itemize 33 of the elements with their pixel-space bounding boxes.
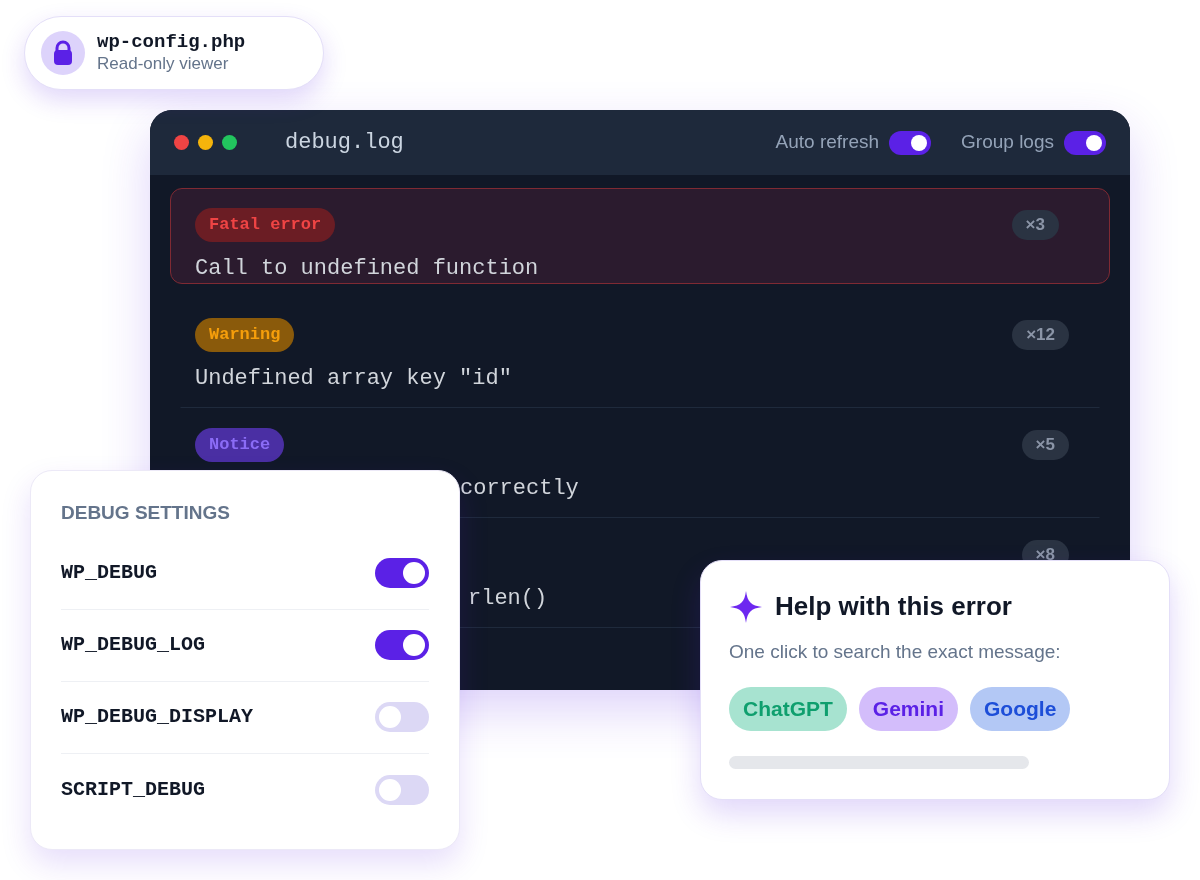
- severity-label: Warning: [195, 318, 295, 352]
- setting-name: SCRIPT_DEBUG: [61, 776, 206, 803]
- log-entry[interactable]: Fatal error ×3 Call to undefined function: [170, 188, 1110, 284]
- search-button[interactable]: Gemini: [858, 686, 959, 731]
- window-title: debug.log: [285, 129, 404, 157]
- log-message: Call to undefined function: [195, 255, 539, 283]
- help-title: Help with this error: [775, 590, 1012, 623]
- search-button[interactable]: Google: [970, 686, 1071, 731]
- count-label: ×5: [1021, 430, 1069, 460]
- search-button[interactable]: ChatGPT: [729, 686, 847, 731]
- log-message: correctly: [459, 475, 579, 503]
- file-name: wp-config.php: [97, 31, 246, 53]
- toggle-switch[interactable]: [375, 702, 429, 732]
- lock-icon: [41, 31, 85, 75]
- file-subtitle: Read-only viewer: [97, 53, 230, 75]
- setting-name: WP_DEBUG: [61, 560, 157, 586]
- setting-name: WP_DEBUG_LOG: [61, 632, 206, 658]
- setting-name: WP_DEBUG_DISPLAY: [61, 704, 254, 730]
- log-message: Undefined array key "id": [195, 365, 512, 393]
- toggle-switch[interactable]: [375, 630, 429, 660]
- toggle-label: Group logs: [961, 130, 1054, 155]
- severity-label: Notice: [195, 428, 285, 462]
- toggle-switch[interactable]: [375, 774, 429, 805]
- toggle-switch[interactable]: [889, 130, 932, 155]
- count-label: ×3: [1011, 210, 1059, 240]
- toggle-switch[interactable]: [375, 558, 429, 588]
- severity-label: Fatal error: [195, 208, 336, 242]
- log-message: rlen(): [467, 585, 548, 613]
- toggle-switch[interactable]: [1064, 130, 1106, 155]
- toggle-label: Auto refresh: [775, 130, 880, 155]
- help-subtitle: One click to search the exact message:: [729, 640, 1062, 664]
- settings-title: DEBUG SETTINGS: [61, 501, 231, 525]
- count-label: ×12: [1012, 320, 1069, 350]
